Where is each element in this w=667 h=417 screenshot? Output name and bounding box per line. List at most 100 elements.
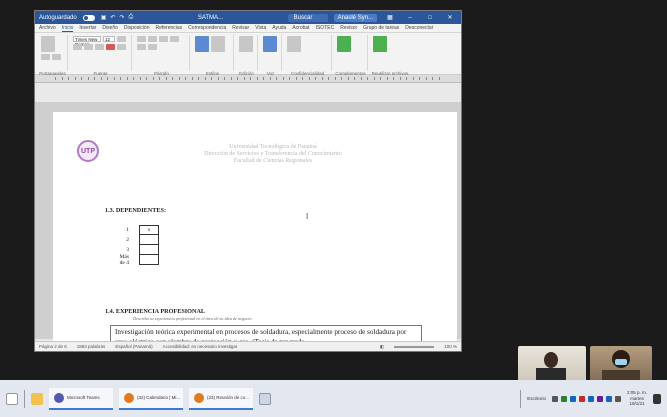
highlight-icon[interactable] <box>117 44 126 50</box>
tab-inicio[interactable]: Inicio <box>61 25 74 32</box>
ruler-tick <box>282 77 284 80</box>
ruler-tick <box>237 77 238 80</box>
system-clock[interactable]: 2:05 p. m. martes 19/1/21 <box>627 390 647 407</box>
group-parrafo: Párrafo <box>134 35 190 76</box>
styles-pane-icon[interactable] <box>211 36 225 52</box>
font-color-icon[interactable] <box>106 44 115 50</box>
user-account[interactable]: Anaslé Syn... <box>333 13 377 22</box>
tab-acrobat[interactable]: Acrobat <box>292 25 309 31</box>
ruler-tick <box>406 77 407 80</box>
dictate-icon[interactable] <box>263 36 277 52</box>
participant-video[interactable] <box>518 346 586 384</box>
paste-icon[interactable] <box>41 36 55 52</box>
autosave-toggle[interactable] <box>82 14 95 21</box>
desktop-label[interactable]: Escritorio <box>527 396 546 401</box>
ruler-tick <box>295 77 297 80</box>
ruler-tick <box>276 77 277 80</box>
network-icon[interactable] <box>605 395 612 402</box>
onedrive-icon[interactable] <box>569 395 576 402</box>
ruler-tick <box>230 77 232 80</box>
bold-icon[interactable] <box>117 36 126 42</box>
app-tray-icon[interactable] <box>578 395 585 402</box>
ruler-tick <box>386 77 388 80</box>
chevron-up-icon[interactable] <box>551 395 558 402</box>
group-estilos: Estilos <box>192 35 234 76</box>
align-center-icon[interactable] <box>137 44 146 50</box>
copy-icon[interactable] <box>52 54 61 60</box>
task-view-icon[interactable] <box>6 392 18 405</box>
teams-tray-icon[interactable] <box>596 395 603 402</box>
tab-revisor[interactable]: Revisor <box>340 25 357 31</box>
tab-archivo[interactable]: Archivo <box>39 25 56 31</box>
language-indicator[interactable]: Español (Panamá) <box>115 344 152 349</box>
close-button[interactable]: ✕ <box>443 14 457 21</box>
multilevel-icon[interactable] <box>159 36 168 42</box>
table-row: Más de 4 <box>113 254 159 266</box>
tab-diseno[interactable]: Diseño <box>102 25 118 31</box>
italic-icon[interactable] <box>73 44 82 50</box>
ruler-tick <box>172 77 173 80</box>
redo-icon[interactable]: ↷ <box>119 14 124 21</box>
tab-isotec[interactable]: ISOTEC <box>316 25 335 31</box>
find-icon[interactable] <box>239 36 253 52</box>
align-left-icon[interactable] <box>170 36 179 42</box>
styles-icon[interactable] <box>195 36 209 52</box>
volume-icon[interactable] <box>614 395 621 402</box>
ruler-tick <box>263 77 264 80</box>
tab-ayuda[interactable]: Ayuda <box>272 25 286 31</box>
ruler-tick <box>373 77 375 80</box>
word-count[interactable]: 1883 palabras <box>77 344 106 349</box>
tab-vista[interactable]: Vista <box>255 25 266 31</box>
justify-icon[interactable] <box>148 44 157 50</box>
underline-icon[interactable] <box>84 44 93 50</box>
font-size-select[interactable]: 12 <box>103 36 115 42</box>
tab-insertar[interactable]: Insertar <box>79 25 96 31</box>
horizontal-ruler[interactable] <box>35 75 461 83</box>
window-icon[interactable] <box>259 392 271 405</box>
maximize-button[interactable]: □ <box>423 15 437 21</box>
page-count[interactable]: Página 2 de 6 <box>39 344 67 349</box>
font-name-select[interactable]: Times New Roman <box>73 36 101 47</box>
document-page[interactable]: UTP Universidad Tecnológica de Panamá Di… <box>53 112 457 349</box>
add-ins-icon[interactable] <box>337 36 351 52</box>
print-icon[interactable]: ⎙ <box>128 14 133 21</box>
file-explorer-icon[interactable] <box>31 392 43 405</box>
taskbar-app-meeting[interactable]: (23) Reunión de co... <box>189 387 253 410</box>
taskbar-app-calendar[interactable]: (32) Calendario | Mi... <box>119 387 183 410</box>
desktop-screen: Autoguardado ▣ ↶ ↷ ⎙ SATMA... Buscar Ana… <box>0 0 667 384</box>
self-video[interactable] <box>590 346 652 384</box>
save-icon[interactable]: ▣ <box>101 14 107 21</box>
sensitivity-icon[interactable] <box>287 36 301 52</box>
ribbon-display-icon[interactable]: ▦ <box>383 14 397 21</box>
tab-correspondencia[interactable]: Correspondencia <box>188 25 226 31</box>
reuse-files-icon[interactable] <box>373 36 387 52</box>
tab-disposicion[interactable]: Disposición <box>124 25 150 31</box>
cut-icon[interactable] <box>41 54 50 60</box>
zoom-level[interactable]: 100 % <box>444 344 457 349</box>
taskbar-app-teams[interactable]: Microsoft Teams <box>49 387 113 410</box>
bullets-icon[interactable] <box>137 36 146 42</box>
ruler-tick <box>87 77 89 80</box>
tab-revisar[interactable]: Revisar <box>232 25 249 31</box>
accessibility-indicator[interactable]: Accesibilidad: es necesario investigar <box>163 344 238 349</box>
minimize-button[interactable]: – <box>403 15 417 21</box>
strikethrough-icon[interactable] <box>95 44 104 50</box>
tab-desconectar[interactable]: Desconectar <box>405 25 433 31</box>
ruler-tick <box>308 77 310 80</box>
security-icon[interactable] <box>560 395 567 402</box>
tab-referencias[interactable]: Referencias <box>155 25 182 31</box>
ruler-tick <box>191 77 193 80</box>
notifications-icon[interactable] <box>653 393 661 404</box>
group-portapapeles: Portapapeles <box>38 35 68 76</box>
focus-icon[interactable]: ◧ <box>380 344 384 350</box>
zoom-slider[interactable] <box>394 345 435 348</box>
bluetooth-icon[interactable] <box>587 395 594 402</box>
tab-grupo-tareas[interactable]: Grupo de tareas <box>363 25 399 31</box>
ruler-tick <box>146 77 147 80</box>
ruler-tick <box>399 77 401 80</box>
search-box[interactable]: Buscar <box>287 13 328 22</box>
ruler-tick <box>100 77 102 80</box>
numbering-icon[interactable] <box>148 36 157 42</box>
ruler-tick <box>61 77 63 80</box>
undo-icon[interactable]: ↶ <box>110 14 115 21</box>
